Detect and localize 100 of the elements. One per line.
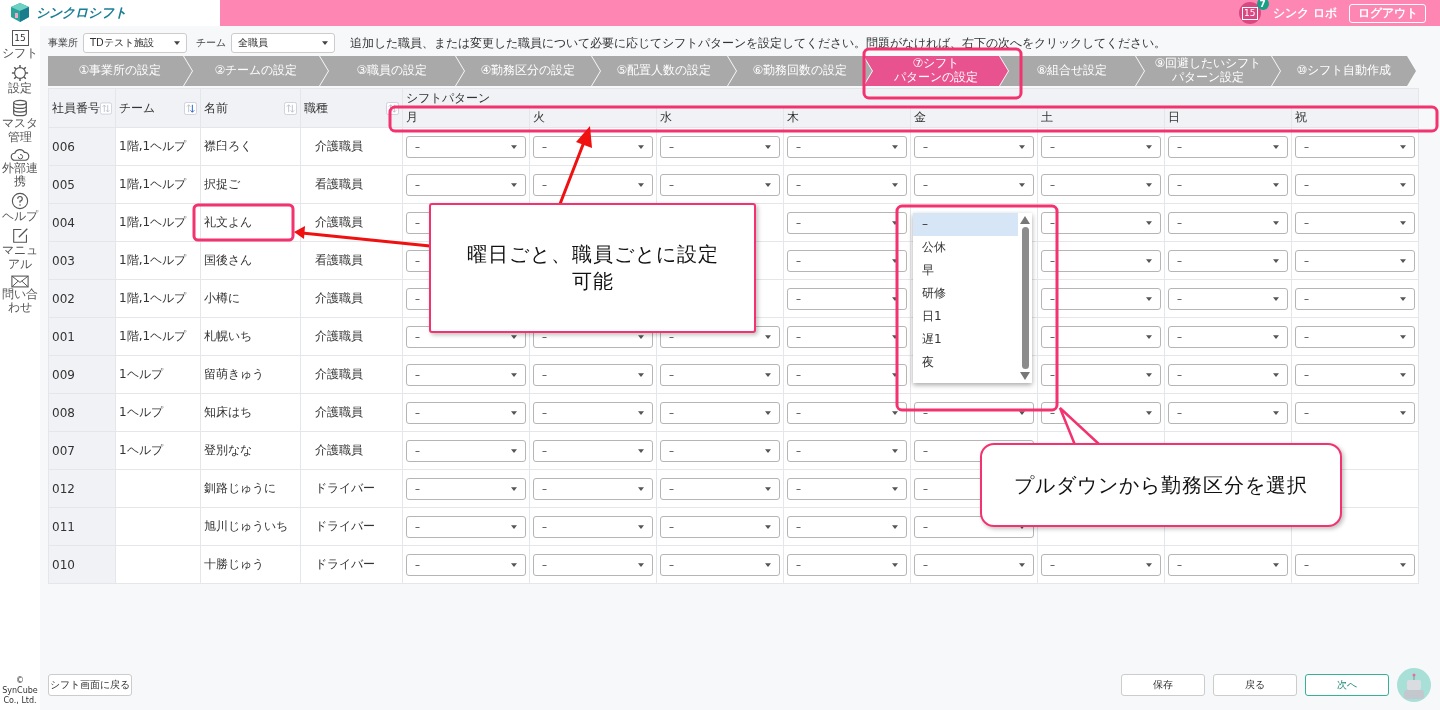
shift-select[interactable]: – — [406, 363, 526, 386]
dropdown-option[interactable]: 公休 — [913, 236, 1018, 259]
shift-select[interactable]: – — [1168, 287, 1288, 310]
caret-icon — [765, 486, 771, 491]
shift-select[interactable]: – — [1295, 363, 1415, 386]
shift-select[interactable]: – — [787, 325, 907, 348]
shift-select[interactable]: – — [660, 439, 780, 462]
filter-select[interactable]: 全職員 — [231, 33, 335, 53]
shift-select[interactable]: – — [787, 401, 907, 424]
shift-select[interactable]: – — [406, 515, 526, 538]
shift-select[interactable]: – — [1295, 173, 1415, 196]
shift-select[interactable]: – — [1041, 401, 1161, 424]
column-header[interactable]: チーム — [119, 99, 155, 117]
shift-select[interactable]: – — [1168, 363, 1288, 386]
shift-select[interactable]: – — [1168, 401, 1288, 424]
shift-select[interactable]: – — [533, 363, 653, 386]
shift-select[interactable]: – — [1041, 363, 1161, 386]
filter-select[interactable]: TDテスト施設 — [83, 33, 187, 53]
footer-button[interactable]: 次へ — [1305, 674, 1389, 696]
shift-select[interactable]: – — [660, 477, 780, 500]
sidebar-item[interactable]: マニュアル — [0, 227, 40, 271]
shift-select[interactable]: – — [1168, 211, 1288, 234]
table-cell: 1ヘルプ — [115, 431, 201, 470]
shift-select[interactable]: – — [1041, 249, 1161, 272]
shift-select[interactable]: – — [1295, 211, 1415, 234]
shift-select[interactable]: – — [1168, 325, 1288, 348]
table-cell: 介護職員 — [300, 355, 403, 394]
shift-select[interactable]: – — [914, 173, 1034, 196]
shift-select[interactable]: – — [406, 135, 526, 158]
shift-select[interactable]: – — [1041, 211, 1161, 234]
caret-icon — [1019, 562, 1025, 567]
sidebar-item[interactable]: ヘルプ — [0, 192, 40, 224]
shift-select[interactable]: – — [1041, 553, 1161, 576]
dropdown-option[interactable]: 日1 — [913, 305, 1018, 328]
shift-select[interactable]: – — [660, 173, 780, 196]
calendar-icon[interactable]: 15 — [1238, 2, 1261, 24]
shift-select[interactable]: – — [787, 249, 907, 272]
sidebar-item[interactable]: 外部連携 — [0, 147, 40, 189]
caret-icon — [1400, 258, 1406, 263]
shift-select[interactable]: – — [406, 173, 526, 196]
shift-select[interactable]: – — [1168, 135, 1288, 158]
dropdown-option[interactable]: 早 — [913, 259, 1018, 282]
shift-select[interactable]: – — [533, 515, 653, 538]
shift-select[interactable]: – — [533, 135, 653, 158]
shift-select[interactable]: – — [406, 477, 526, 500]
shift-select[interactable]: – — [533, 173, 653, 196]
shift-select[interactable]: – — [787, 135, 907, 158]
shift-select[interactable]: – — [1295, 249, 1415, 272]
column-header[interactable]: 職種 — [304, 99, 328, 117]
shift-select[interactable]: – — [1041, 135, 1161, 158]
shift-select[interactable]: – — [1295, 287, 1415, 310]
shift-select[interactable]: – — [787, 439, 907, 462]
dropdown-option[interactable]: – — [913, 213, 1018, 236]
table-cell: 1階,1ヘルプ — [115, 317, 201, 356]
shift-select[interactable]: – — [533, 401, 653, 424]
sidebar-item[interactable]: 15 シフト — [0, 30, 40, 61]
shift-select[interactable]: – — [1168, 249, 1288, 272]
shift-select[interactable]: – — [1295, 401, 1415, 424]
shift-select[interactable]: – — [1168, 173, 1288, 196]
scroll-up-icon[interactable] — [1020, 216, 1030, 224]
footer-button[interactable]: 戻る — [1213, 674, 1297, 696]
shift-select[interactable]: – — [787, 477, 907, 500]
shift-select[interactable]: – — [406, 401, 526, 424]
footer-button[interactable]: 保存 — [1121, 674, 1205, 696]
scroll-down-icon[interactable] — [1020, 372, 1030, 380]
shift-select[interactable]: – — [1168, 553, 1288, 576]
shift-select[interactable]: – — [660, 553, 780, 576]
table-cell: 1階,1ヘルプ — [115, 241, 201, 280]
shift-select[interactable]: – — [533, 439, 653, 462]
column-header[interactable]: 名前 — [204, 99, 228, 117]
back-to-shift-button[interactable]: シフト画面に戻る — [48, 674, 132, 696]
table-cell: 留萌きゅう — [200, 355, 301, 394]
table-cell: 介護職員 — [300, 431, 403, 470]
dropdown-option[interactable]: 夜 — [913, 351, 1018, 374]
shift-select[interactable]: – — [787, 287, 907, 310]
shift-select[interactable]: – — [914, 553, 1034, 576]
shift-select[interactable]: – — [660, 515, 780, 538]
shift-select[interactable]: – — [533, 477, 653, 500]
shift-select[interactable]: – — [787, 363, 907, 386]
shift-select[interactable]: – — [660, 401, 780, 424]
shift-select[interactable]: – — [1295, 325, 1415, 348]
shift-select[interactable]: – — [914, 135, 1034, 158]
shift-select[interactable]: – — [1295, 553, 1415, 576]
sidebar-item[interactable]: 設定 — [0, 64, 40, 96]
shift-select[interactable]: – — [787, 211, 907, 234]
sidebar-item[interactable]: 問い合わせ — [0, 274, 40, 315]
shift-select[interactable]: – — [1041, 325, 1161, 348]
shift-select[interactable]: – — [406, 553, 526, 576]
shift-select[interactable]: – — [533, 553, 653, 576]
shift-select[interactable]: – — [660, 363, 780, 386]
shift-select[interactable]: – — [787, 173, 907, 196]
sidebar-item[interactable]: マスタ管理 — [0, 99, 40, 144]
shift-select[interactable]: – — [406, 439, 526, 462]
shift-select[interactable]: – — [1041, 173, 1161, 196]
shift-select[interactable]: – — [787, 515, 907, 538]
shift-select[interactable]: – — [1041, 287, 1161, 310]
shift-select[interactable]: – — [787, 553, 907, 576]
shift-select[interactable]: – — [1295, 135, 1415, 158]
sort-icon[interactable] — [184, 101, 197, 115]
shift-select[interactable]: – — [660, 135, 780, 158]
